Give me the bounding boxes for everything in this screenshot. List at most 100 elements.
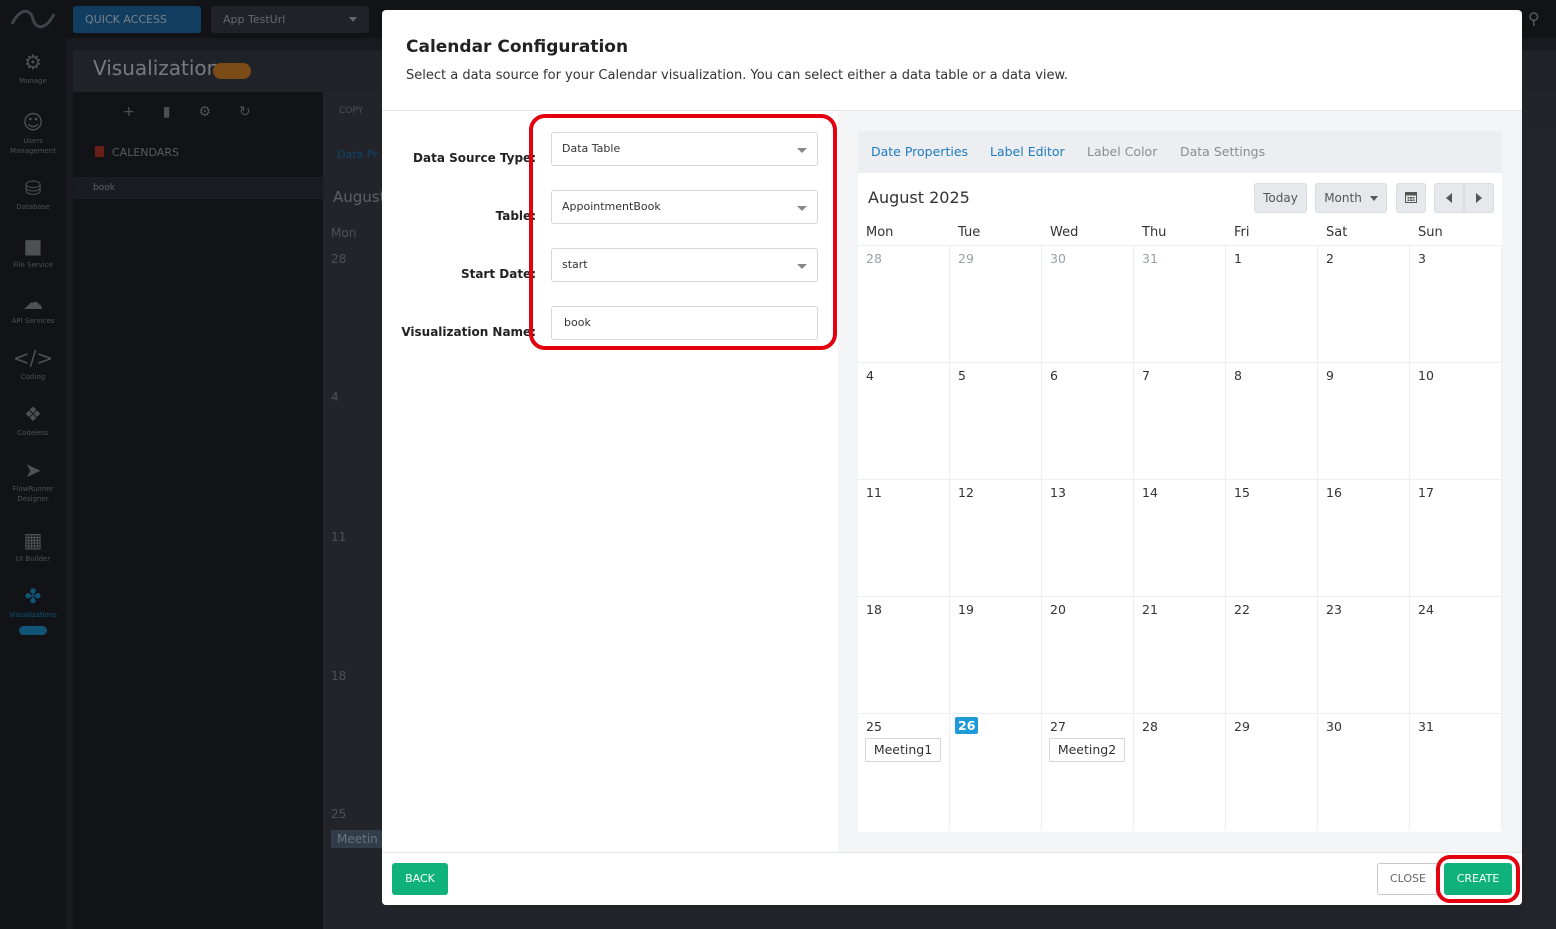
modal-header: Calendar Configuration Select a data sou… bbox=[382, 10, 1522, 111]
day-cell[interactable]: 1 bbox=[1226, 245, 1318, 362]
day-cell[interactable]: 15 bbox=[1226, 479, 1318, 596]
data-source-type-label: Data Source Type: bbox=[413, 151, 536, 165]
calendar-icon bbox=[1405, 192, 1417, 203]
day-number: 1 bbox=[1234, 251, 1242, 266]
chevron-down-icon bbox=[797, 148, 807, 153]
tab-label-color[interactable]: Label Color bbox=[1087, 144, 1157, 159]
day-number: 7 bbox=[1142, 368, 1150, 383]
day-number: 30 bbox=[1326, 719, 1342, 734]
modal-footer: BACK CLOSE CREATE bbox=[382, 852, 1522, 905]
start-date-label: Start Date: bbox=[460, 267, 536, 281]
tab-label-editor[interactable]: Label Editor bbox=[990, 144, 1065, 159]
day-cell[interactable]: 9 bbox=[1318, 362, 1410, 479]
modal-subtitle: Select a data source for your Calendar v… bbox=[406, 68, 1069, 83]
day-number: 25 bbox=[866, 719, 882, 734]
day-cell[interactable]: 31 bbox=[1410, 713, 1502, 830]
start-date-value: start bbox=[562, 258, 588, 271]
day-number: 12 bbox=[958, 485, 974, 500]
day-cell[interactable]: 30 bbox=[1042, 245, 1134, 362]
day-cell[interactable]: 20 bbox=[1042, 596, 1134, 713]
day-cell[interactable]: 25 Meeting1 bbox=[858, 713, 950, 830]
date-picker-button[interactable] bbox=[1396, 183, 1426, 213]
day-cell[interactable]: 18 bbox=[858, 596, 950, 713]
day-number: 17 bbox=[1418, 485, 1434, 500]
day-cell[interactable]: 8 bbox=[1226, 362, 1318, 479]
day-number: 30 bbox=[1050, 251, 1066, 266]
visualization-name-input[interactable]: book bbox=[551, 306, 818, 340]
calendar: August 2025 Today Month Mon Tue Wed Thu Fri S… bbox=[858, 173, 1502, 832]
weekday-label: Sun bbox=[1418, 225, 1443, 240]
tab-date-properties[interactable]: Date Properties bbox=[871, 144, 968, 159]
day-number: 31 bbox=[1142, 251, 1158, 266]
day-cell[interactable]: 27 Meeting2 bbox=[1042, 713, 1134, 830]
weekday-label: Tue bbox=[958, 225, 981, 240]
day-number: 29 bbox=[1234, 719, 1250, 734]
day-cell[interactable]: 28 bbox=[858, 245, 950, 362]
calendar-event[interactable]: Meeting2 bbox=[1049, 738, 1125, 762]
day-number: 15 bbox=[1234, 485, 1250, 500]
day-cell[interactable]: 4 bbox=[858, 362, 950, 479]
day-cell[interactable]: 3 bbox=[1410, 245, 1502, 362]
day-number: 5 bbox=[958, 368, 966, 383]
day-number: 28 bbox=[1142, 719, 1158, 734]
day-cell[interactable]: 31 bbox=[1134, 245, 1226, 362]
day-number: 27 bbox=[1050, 719, 1066, 734]
day-number: 21 bbox=[1142, 602, 1158, 617]
day-number: 29 bbox=[958, 251, 974, 266]
table-select[interactable]: AppointmentBook bbox=[551, 190, 818, 224]
chevron-right-icon bbox=[1476, 193, 1482, 203]
create-button[interactable]: CREATE bbox=[1444, 863, 1512, 895]
day-number: 20 bbox=[1050, 602, 1066, 617]
day-number: 11 bbox=[866, 485, 882, 500]
day-cell[interactable]: 6 bbox=[1042, 362, 1134, 479]
day-cell[interactable]: 29 bbox=[950, 245, 1042, 362]
config-form: Data Source Type: Data Table Table: Appo… bbox=[382, 111, 838, 852]
weekday-label: Thu bbox=[1142, 225, 1167, 240]
tab-data-settings[interactable]: Data Settings bbox=[1180, 144, 1265, 159]
day-cell[interactable]: 23 bbox=[1318, 596, 1410, 713]
close-button[interactable]: CLOSE bbox=[1377, 863, 1439, 895]
day-cell[interactable]: 26 bbox=[950, 713, 1042, 830]
day-cell[interactable]: 10 bbox=[1410, 362, 1502, 479]
day-cell[interactable]: 16 bbox=[1318, 479, 1410, 596]
day-number: 4 bbox=[866, 368, 874, 383]
preview-tabs: Date Properties Label Editor Label Color… bbox=[858, 131, 1502, 173]
day-cell[interactable]: 13 bbox=[1042, 479, 1134, 596]
weekday-label: Sat bbox=[1326, 225, 1348, 240]
today-button[interactable]: Today bbox=[1254, 183, 1307, 213]
day-cell[interactable]: 14 bbox=[1134, 479, 1226, 596]
day-cell[interactable]: 29 bbox=[1226, 713, 1318, 830]
next-month-button[interactable] bbox=[1464, 183, 1494, 213]
chevron-down-icon bbox=[797, 264, 807, 269]
day-cell[interactable]: 22 bbox=[1226, 596, 1318, 713]
today-day-number: 26 bbox=[955, 717, 979, 734]
data-source-type-select[interactable]: Data Table bbox=[551, 132, 818, 166]
calendar-event[interactable]: Meeting1 bbox=[865, 738, 941, 762]
back-button[interactable]: BACK bbox=[392, 863, 448, 895]
day-cell[interactable]: 30 bbox=[1318, 713, 1410, 830]
day-cell[interactable]: 12 bbox=[950, 479, 1042, 596]
day-cell[interactable]: 11 bbox=[858, 479, 950, 596]
day-cell[interactable]: 5 bbox=[950, 362, 1042, 479]
start-date-select[interactable]: start bbox=[551, 248, 818, 282]
prev-month-button[interactable] bbox=[1434, 183, 1464, 213]
day-number: 22 bbox=[1234, 602, 1250, 617]
chevron-left-icon bbox=[1446, 193, 1452, 203]
calendar-title: August 2025 bbox=[868, 188, 970, 207]
table-label: Table: bbox=[495, 209, 536, 223]
view-label: Month bbox=[1324, 191, 1362, 205]
view-select[interactable]: Month bbox=[1315, 183, 1387, 213]
calendar-configuration-modal: Calendar Configuration Select a data sou… bbox=[382, 10, 1522, 905]
day-cell[interactable]: 19 bbox=[950, 596, 1042, 713]
weekday-label: Wed bbox=[1050, 225, 1079, 240]
day-cell[interactable]: 17 bbox=[1410, 479, 1502, 596]
today-label: Today bbox=[1263, 191, 1298, 205]
day-number: 2 bbox=[1326, 251, 1334, 266]
day-cell[interactable]: 28 bbox=[1134, 713, 1226, 830]
day-cell[interactable]: 24 bbox=[1410, 596, 1502, 713]
table-value: AppointmentBook bbox=[562, 200, 661, 213]
day-cell[interactable]: 2 bbox=[1318, 245, 1410, 362]
day-cell[interactable]: 7 bbox=[1134, 362, 1226, 479]
visualization-name-value: book bbox=[564, 316, 591, 329]
day-cell[interactable]: 21 bbox=[1134, 596, 1226, 713]
